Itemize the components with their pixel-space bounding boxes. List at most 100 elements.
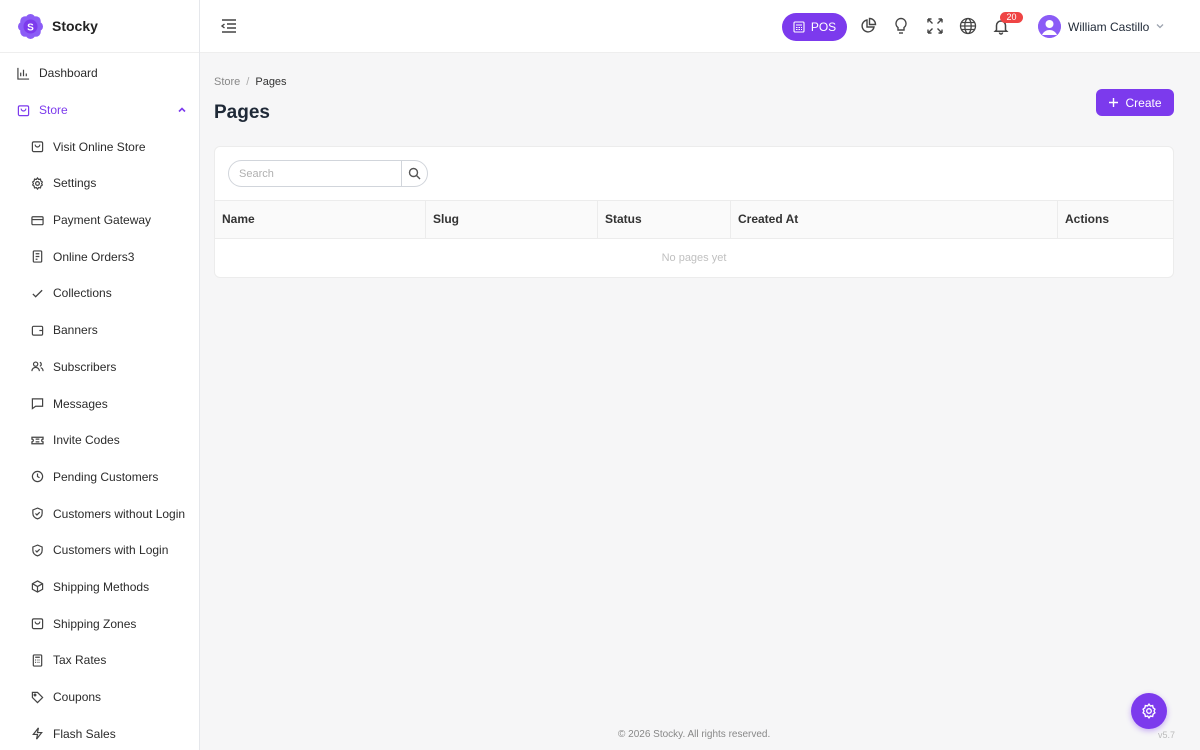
package-icon [30,580,44,594]
sidebar-item-pending-customers[interactable]: Pending Customers [0,459,199,496]
sidebar-item-coupons[interactable]: Coupons [0,679,199,716]
shopping-bag-icon [16,103,30,117]
sidebar-item-label: Subscribers [53,359,117,374]
breadcrumb-parent[interactable]: Store [214,76,240,88]
shopping-bag-icon [30,140,44,154]
column-header-actions: Actions [1057,201,1173,238]
chevron-down-icon[interactable] [1155,21,1165,31]
sidebar-item-label: Customers without Login [53,506,186,521]
pos-icon [793,21,805,33]
sidebar-item-flash-sales[interactable]: Flash Sales [0,715,199,750]
logo-icon: S [18,13,43,39]
check-icon [30,286,44,300]
pages-table-card: Name Slug Status Created At Actions No p… [214,146,1174,278]
notification-badge: 20 [1000,12,1023,23]
sidebar-item-label: Shipping Zones [53,616,137,631]
sidebar-item-label: Banners [53,323,98,338]
empty-state-text: No pages yet [661,252,727,264]
column-header-slug[interactable]: Slug [425,201,598,238]
sidebar-item-label: Payment Gateway [53,213,152,228]
sidebar-item-invite-codes[interactable]: Invite Codes [0,422,199,459]
column-header-created-at[interactable]: Created At [730,201,1058,238]
gear-icon [30,176,44,190]
user-name[interactable]: William Castillo [1068,20,1149,34]
page-title: Pages [214,102,270,123]
plus-icon [1108,97,1119,108]
globe-icon[interactable] [959,17,977,35]
breadcrumb-current: Pages [255,76,287,88]
menu-collapse-icon[interactable] [220,17,238,35]
sidebar-item-messages[interactable]: Messages [0,385,199,422]
pos-button[interactable]: POS [782,13,847,41]
sidebar-item-visit-online-store[interactable]: Visit Online Store [0,128,199,165]
bar-chart-icon [16,66,30,80]
receipt-icon [30,250,44,264]
tag-icon [30,690,44,704]
sidebar-item-customers-without-login[interactable]: Customers without Login [0,495,199,532]
sidebar-item-label: Online Orders3 [53,249,135,264]
sidebar-nav: Dashboard Store Visit Online Store Setti… [0,53,199,750]
sidebar-item-shipping-zones[interactable]: Shipping Zones [0,605,199,642]
sidebar-item-dashboard[interactable]: Dashboard [0,55,199,92]
topbar: POS 20 William Castillo [200,0,1200,53]
column-header-status[interactable]: Status [597,201,731,238]
sidebar-item-label: Visit Online Store [53,139,146,154]
search-box [228,160,428,187]
sidebar-item-payment-gateway[interactable]: Payment Gateway [0,202,199,239]
sidebar-item-customers-with-login[interactable]: Customers with Login [0,532,199,569]
sidebar-item-label: Flash Sales [53,726,116,741]
pos-label: POS [810,20,837,34]
sidebar-item-label: Invite Codes [53,433,120,448]
sidebar-item-tax-rates[interactable]: Tax Rates [0,642,199,679]
brand[interactable]: S Stocky [0,0,199,53]
sidebar-item-label: Messages [53,396,108,411]
sidebar-item-label: Tax Rates [53,653,107,668]
create-button[interactable]: Create [1096,89,1174,116]
create-label: Create [1125,95,1162,110]
sidebar-item-online-orders[interactable]: Online Orders3 [0,238,199,275]
pie-chart-icon[interactable] [859,17,877,35]
avatar[interactable] [1038,15,1061,38]
table-header: Name Slug Status Created At Actions [215,200,1173,239]
breadcrumb: Store / Pages [214,76,287,88]
sidebar-item-label: Collections [53,286,112,301]
calculator-icon [30,653,44,667]
sidebar-item-settings[interactable]: Settings [0,165,199,202]
lightbulb-icon[interactable] [892,17,910,35]
users-icon [30,360,44,374]
sidebar-item-store[interactable]: Store [0,92,199,129]
brand-name: Stocky [52,18,98,34]
chevron-up-icon [177,105,187,115]
breadcrumb-separator: / [246,76,250,88]
column-header-name[interactable]: Name [215,201,426,238]
sidebar-item-banners[interactable]: Banners [0,312,199,349]
sidebar-item-shipping-methods[interactable]: Shipping Methods [0,569,199,606]
footer-copyright: © 2026 Stocky. All rights reserved. [618,729,771,740]
ticket-icon [30,433,44,447]
sidebar-item-collections[interactable]: Collections [0,275,199,312]
lightning-icon [30,727,44,741]
logo-letter: S [27,22,34,33]
search-input[interactable] [229,161,402,186]
sidebar-item-label: Coupons [53,690,102,705]
shield-check-icon [30,507,44,521]
fullscreen-icon[interactable] [926,17,944,35]
sidebar-item-label: Dashboard [39,66,98,81]
sidebar-item-label: Customers with Login [53,543,169,558]
sidebar-item-label: Pending Customers [53,469,159,484]
settings-fab[interactable] [1131,693,1167,729]
search-icon[interactable] [401,161,427,186]
shopping-bag-icon [30,617,44,631]
sidebar-item-subscribers[interactable]: Subscribers [0,349,199,386]
version-label: v5.7 [1158,730,1176,740]
clock-icon [30,470,44,484]
sidebar-item-label: Store [39,103,68,118]
gear-icon [1141,703,1157,719]
wallet-icon [30,323,44,337]
shield-check-icon [30,543,44,557]
credit-card-icon [30,213,44,227]
message-icon [30,397,44,411]
sidebar: S Stocky Dashboard Store Visit Online St… [0,0,200,750]
sidebar-item-label: Shipping Methods [53,579,150,594]
sidebar-item-label: Settings [53,176,97,191]
